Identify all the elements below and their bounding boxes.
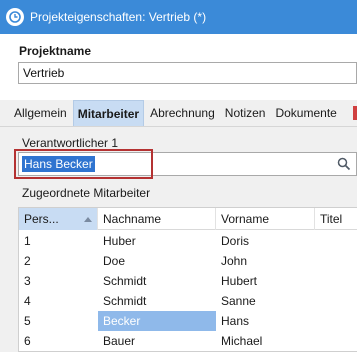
cell-titel xyxy=(315,311,357,331)
tab-dokumente[interactable]: Dokumente xyxy=(271,100,340,126)
cell-pers: 5 xyxy=(24,314,31,328)
cell-nachname: Schmidt xyxy=(103,274,147,288)
tab-bar: Allgemein Mitarbeiter Abrechnung Notizen… xyxy=(0,100,357,127)
cell-pers: 3 xyxy=(24,274,31,288)
cell-nachname: Doe xyxy=(103,254,126,268)
table-row[interactable]: 2 Doe John xyxy=(19,251,357,271)
responsible-selected-text: Hans Becker xyxy=(22,156,95,172)
table-row-selected[interactable]: 5 Becker Hans xyxy=(19,311,357,331)
cell-titel xyxy=(315,271,357,291)
cell-titel xyxy=(315,231,357,251)
responsible-search-field[interactable]: Hans Becker xyxy=(18,152,357,176)
table-header: Pers... Nachname Vorname Titel xyxy=(19,208,357,230)
responsible-label: Verantwortlicher 1 xyxy=(22,136,119,150)
cell-pers: 4 xyxy=(24,294,31,308)
cell-vorname: Doris xyxy=(221,234,250,248)
cell-vorname: Hubert xyxy=(221,274,258,288)
tab-abrechnung[interactable]: Abrechnung xyxy=(146,100,219,126)
tab-notizen[interactable]: Notizen xyxy=(221,100,270,126)
cell-pers: 6 xyxy=(24,334,31,348)
search-icon[interactable] xyxy=(335,155,353,173)
table-row[interactable]: 1 Huber Doris xyxy=(19,231,357,251)
cell-vorname: Michael xyxy=(221,334,263,348)
cell-pers: 1 xyxy=(24,234,31,248)
column-header-vorname[interactable]: Vorname xyxy=(216,208,315,230)
window-title: Projekteigenschaften: Vertrieb (*) xyxy=(30,10,207,24)
table-row[interactable]: 3 Schmidt Hubert xyxy=(19,271,357,291)
table-body: 1 Huber Doris 2 Doe John 3 Schmidt Huber… xyxy=(19,231,357,351)
column-header-pers-label: Pers... xyxy=(24,212,59,226)
tab-mitarbeiter[interactable]: Mitarbeiter xyxy=(72,100,145,126)
app-icon[interactable] xyxy=(6,8,24,26)
project-name-input[interactable] xyxy=(18,62,357,84)
cell-nachname: Schmidt xyxy=(103,294,147,308)
cell-vorname: John xyxy=(221,254,248,268)
cell-titel xyxy=(315,291,357,311)
column-header-titel[interactable]: Titel xyxy=(315,208,357,230)
column-header-pers[interactable]: Pers... xyxy=(19,208,98,230)
cell-vorname: Hans xyxy=(221,314,250,328)
table-row[interactable]: 6 Bauer Michael xyxy=(19,331,357,351)
assigned-employees-table[interactable]: Pers... Nachname Vorname Titel 1 Huber D… xyxy=(18,207,357,352)
column-header-nachname[interactable]: Nachname xyxy=(98,208,216,230)
cell-nachname: Huber xyxy=(103,234,136,248)
cell-pers: 2 xyxy=(24,254,31,268)
project-header: Projektname xyxy=(0,34,357,100)
cell-titel xyxy=(315,251,357,271)
cell-vorname: Sanne xyxy=(221,294,256,308)
cell-nachname-selected: Becker xyxy=(98,311,216,331)
assigned-employees-label: Zugeordnete Mitarbeiter xyxy=(22,186,151,200)
employees-panel: Verantwortlicher 1 Hans Becker Zugeordne… xyxy=(0,127,357,352)
tab-overflow-indicator xyxy=(353,106,357,120)
cell-titel xyxy=(315,331,357,351)
title-bar: Projekteigenschaften: Vertrieb (*) xyxy=(0,0,357,34)
sort-ascending-icon xyxy=(84,216,92,222)
cell-nachname: Bauer xyxy=(103,334,136,348)
tab-allgemein[interactable]: Allgemein xyxy=(10,100,71,126)
project-name-label: Projektname xyxy=(19,44,92,58)
table-row[interactable]: 4 Schmidt Sanne xyxy=(19,291,357,311)
